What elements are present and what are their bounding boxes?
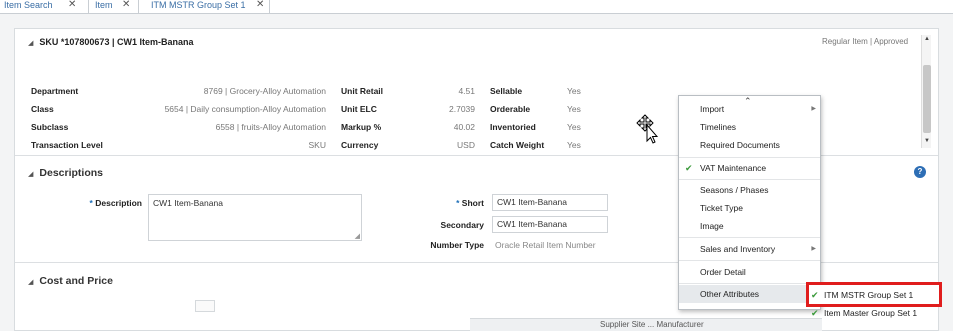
required-marker: * bbox=[89, 198, 93, 208]
attr-value: Yes bbox=[567, 86, 581, 96]
attr-label: Class bbox=[31, 104, 54, 114]
short-label: * Short bbox=[456, 198, 484, 208]
tab-bar: Item Search ✕ Item ✕ ITM MSTR Group Set … bbox=[0, 0, 953, 14]
scrollbar-thumb[interactable] bbox=[923, 65, 931, 133]
attr-value: USD bbox=[457, 140, 475, 150]
toolbar-button[interactable] bbox=[195, 300, 215, 312]
attr-label: Catch Weight bbox=[490, 140, 545, 150]
chevron-right-icon: ▶ bbox=[811, 106, 816, 112]
attr-label: Transaction Level bbox=[31, 140, 103, 150]
attr-value: 6558 | fruits-Alloy Automation bbox=[215, 122, 326, 132]
menu-item-ticket-type[interactable]: Ticket Type bbox=[679, 199, 820, 217]
table-toolbar: Supplier Site ... Manufacturer bbox=[470, 318, 822, 331]
resize-handle-icon[interactable]: ◢ bbox=[355, 232, 360, 240]
menu-item-sales-and-inventory[interactable]: Sales and Inventory ▶ bbox=[679, 240, 820, 258]
attr-value: 5654 | Daily consumption-Alloy Automatio… bbox=[164, 104, 326, 114]
menu-item-other-attributes[interactable]: Other Attributes▶ bbox=[679, 285, 820, 303]
number-type-value: Oracle Retail Item Number bbox=[495, 240, 596, 250]
section-title: Descriptions bbox=[39, 167, 103, 179]
move-cursor-icon bbox=[636, 114, 659, 144]
actions-menu: ⌃ Import ▶ Timelines Required Documents ✔… bbox=[678, 95, 821, 310]
number-type-label: Number Type bbox=[430, 240, 484, 250]
attr-value: 8769 | Grocery-Alloy Automation bbox=[203, 86, 326, 96]
menu-item-timelines[interactable]: Timelines bbox=[679, 118, 820, 136]
chevron-right-icon: ▶ bbox=[811, 246, 816, 252]
page-title: SKU *107800673 | CW1 Item-Banana bbox=[39, 37, 194, 47]
sku-header[interactable]: ◢ SKU *107800673 | CW1 Item-Banana bbox=[28, 37, 193, 47]
cost-and-price-header[interactable]: ◢ Cost and Price bbox=[28, 275, 113, 287]
checkmark-icon: ✔ bbox=[685, 163, 693, 173]
menu-separator bbox=[679, 237, 820, 238]
secondary-description-field[interactable]: CW1 Item-Banana bbox=[492, 216, 608, 233]
menu-item-vat-maintenance[interactable]: ✔ VAT Maintenance bbox=[679, 159, 820, 177]
attr-value: 2.7039 bbox=[449, 104, 475, 114]
submenu-item-item-master-group-set-1[interactable]: ✔ Item Master Group Set 1 bbox=[806, 304, 946, 322]
short-description-field[interactable]: CW1 Item-Banana bbox=[492, 194, 608, 211]
attr-label: Unit ELC bbox=[341, 104, 377, 114]
description-field[interactable]: CW1 Item-Banana ◢ bbox=[148, 194, 362, 241]
attr-label: Department bbox=[31, 86, 79, 96]
scrollbar[interactable]: ▲ ▼ bbox=[921, 35, 931, 148]
attr-label: Sellable bbox=[490, 86, 523, 96]
attr-label: Currency bbox=[341, 140, 379, 150]
collapse-caret-icon[interactable]: ◢ bbox=[28, 171, 33, 178]
attr-value: Yes bbox=[567, 140, 581, 150]
description-label: * Description bbox=[89, 198, 142, 208]
tab-item-search[interactable]: Item Search ✕ bbox=[0, 0, 89, 13]
attr-label: Subclass bbox=[31, 122, 69, 132]
scroll-down-icon[interactable]: ▼ bbox=[922, 138, 932, 144]
menu-item-image[interactable]: Image bbox=[679, 217, 820, 235]
checkmark-icon: ✔ bbox=[811, 290, 819, 300]
scroll-up-icon[interactable]: ▲ bbox=[922, 36, 932, 42]
menu-separator bbox=[679, 283, 820, 284]
submenu-item-itm-mstr-group-set-1[interactable]: ✔ ITM MSTR Group Set 1 bbox=[806, 286, 946, 304]
required-marker: * bbox=[456, 198, 460, 208]
menu-item-order-detail[interactable]: Order Detail bbox=[679, 263, 820, 281]
attr-label: Markup % bbox=[341, 122, 382, 132]
menu-separator bbox=[679, 157, 820, 158]
attr-value: Yes bbox=[567, 104, 581, 114]
status-badge: Regular Item | Approved bbox=[822, 37, 909, 46]
menu-item-required-documents[interactable]: Required Documents bbox=[679, 136, 820, 154]
menu-separator bbox=[679, 179, 820, 180]
close-icon[interactable]: ✕ bbox=[122, 0, 130, 10]
attr-value: 40.02 bbox=[453, 122, 475, 132]
tab-itm-mstr-group-set-1[interactable]: ITM MSTR Group Set 1 ✕ bbox=[139, 0, 270, 13]
help-icon[interactable]: ? bbox=[914, 166, 926, 178]
section-title: Cost and Price bbox=[39, 275, 113, 287]
descriptions-header[interactable]: ◢ Descriptions bbox=[28, 167, 103, 179]
attr-value: Yes bbox=[567, 122, 581, 132]
close-icon[interactable]: ✕ bbox=[68, 0, 76, 10]
other-attributes-submenu: ✔ ITM MSTR Group Set 1 ✔ Item Master Group… bbox=[806, 282, 946, 331]
checkmark-icon: ✔ bbox=[811, 308, 819, 318]
tab-label: Item Search bbox=[4, 0, 53, 10]
tab-label: ITM MSTR Group Set 1 bbox=[151, 0, 246, 10]
attr-label: Inventoried bbox=[490, 122, 536, 132]
collapse-caret-icon[interactable]: ◢ bbox=[28, 40, 33, 47]
collapse-caret-icon[interactable]: ◢ bbox=[28, 279, 33, 286]
menu-separator bbox=[679, 260, 820, 261]
attr-label: Unit Retail bbox=[341, 86, 384, 96]
close-icon[interactable]: ✕ bbox=[256, 0, 264, 10]
attr-value: 4.51 bbox=[458, 86, 475, 96]
menu-item-import[interactable]: Import ▶ bbox=[679, 100, 820, 118]
tab-label: Item bbox=[95, 0, 113, 10]
attr-label: Orderable bbox=[490, 104, 531, 114]
tab-item[interactable]: Item ✕ bbox=[89, 0, 139, 13]
secondary-label: Secondary bbox=[440, 220, 484, 230]
menu-item-seasons-phases[interactable]: Seasons / Phases bbox=[679, 181, 820, 199]
attr-value: SKU bbox=[308, 140, 326, 150]
